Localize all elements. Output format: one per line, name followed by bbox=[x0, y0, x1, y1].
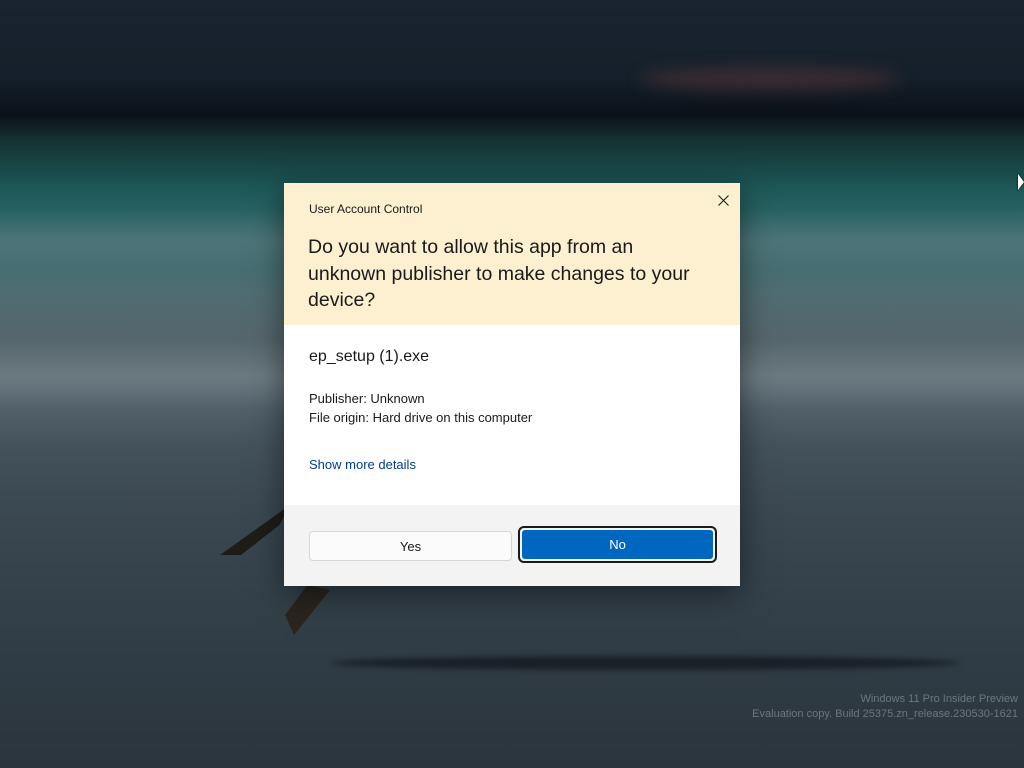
watermark-line-2: Evaluation copy. Build 25375.zn_release.… bbox=[752, 708, 1018, 720]
wallpaper-shadow bbox=[330, 656, 960, 670]
dialog-footer: Yes No bbox=[284, 505, 740, 586]
mouse-cursor-icon bbox=[1018, 174, 1024, 190]
app-name: ep_setup (1).exe bbox=[309, 348, 430, 365]
wallpaper-bird-wing bbox=[220, 505, 290, 555]
wallpaper-bird-tail bbox=[285, 585, 330, 635]
file-origin-info: File origin: Hard drive on this computer bbox=[309, 410, 533, 425]
dialog-title: User Account Control bbox=[309, 202, 423, 216]
show-more-details-link[interactable]: Show more details bbox=[309, 457, 416, 472]
close-icon bbox=[717, 194, 729, 206]
yes-button[interactable]: Yes bbox=[309, 531, 512, 561]
uac-dialog: User Account Control Do you want to allo… bbox=[284, 183, 740, 586]
watermark-line-1: Windows 11 Pro Insider Preview bbox=[860, 693, 1018, 705]
windows-watermark: Windows 11 Pro Insider Preview Evaluatio… bbox=[752, 692, 1018, 722]
dialog-header: User Account Control Do you want to allo… bbox=[284, 183, 740, 325]
desktop-background: Windows 11 Pro Insider Preview Evaluatio… bbox=[0, 0, 1024, 768]
dialog-body: ep_setup (1).exe Publisher: Unknown File… bbox=[284, 325, 740, 505]
wallpaper-horizon-glow bbox=[640, 68, 900, 90]
close-button[interactable] bbox=[712, 189, 734, 211]
publisher-info: Publisher: Unknown bbox=[309, 391, 425, 406]
no-button[interactable]: No bbox=[522, 530, 713, 559]
dialog-question: Do you want to allow this app from an un… bbox=[308, 236, 690, 311]
